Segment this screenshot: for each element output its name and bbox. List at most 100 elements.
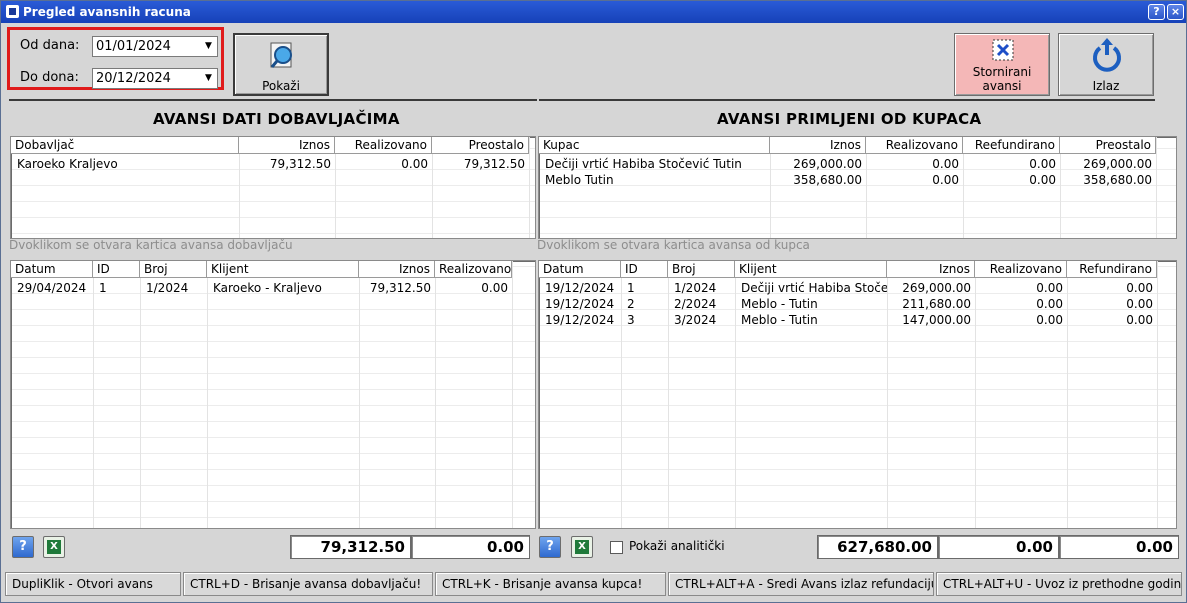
column-header[interactable]: Reefundirano bbox=[963, 137, 1060, 154]
chevron-down-icon[interactable]: ▼ bbox=[202, 72, 215, 85]
grid-column-line bbox=[529, 137, 530, 238]
column-header[interactable]: Realizovano bbox=[435, 261, 512, 278]
column-header[interactable]: Kupac bbox=[539, 137, 770, 154]
amount-cell: 79,312.50 bbox=[269, 157, 331, 171]
column-header[interactable]: Datum bbox=[539, 261, 621, 278]
show-analytic-checkbox[interactable] bbox=[610, 541, 623, 554]
excel-export-button-left[interactable]: X bbox=[43, 536, 65, 558]
id-cell: 1 bbox=[627, 281, 635, 295]
storno-label-line1: Stornirani bbox=[972, 65, 1032, 79]
customer-detail-grid[interactable]: Datum ID Broj Klijent Iznos Realizovano … bbox=[538, 260, 1177, 529]
window-title: Pregled avansnih racuna bbox=[23, 5, 191, 19]
grid-column-line bbox=[1156, 137, 1157, 238]
grid-column-line bbox=[735, 261, 736, 528]
help-button-left[interactable]: ? bbox=[12, 536, 34, 558]
help-icon: ? bbox=[546, 539, 554, 554]
remaining-cell: 79,312.50 bbox=[463, 157, 525, 171]
cancel-document-icon bbox=[992, 39, 1014, 61]
column-header[interactable]: Preostalo bbox=[432, 137, 529, 154]
status-hint-delete-supplier: CTRL+D - Brisanje avansa dobavljaču! bbox=[183, 572, 433, 596]
help-title-button[interactable]: ? bbox=[1148, 4, 1165, 20]
main-window: Pregled avansnih racuna ? × Od dana: 01/… bbox=[0, 0, 1187, 603]
column-header[interactable]: Iznos bbox=[239, 137, 335, 154]
realized-cell: 0.00 bbox=[1036, 297, 1063, 311]
left-hint: Dvoklikom se otvara kartica avansa dobav… bbox=[9, 238, 293, 252]
column-header[interactable]: ID bbox=[621, 261, 668, 278]
column-header[interactable]: Realizovano bbox=[975, 261, 1067, 278]
status-hint-delete-customer: CTRL+K - Brisanje avansa kupca! bbox=[435, 572, 666, 596]
grid-column-line bbox=[93, 261, 94, 528]
grid-column-line bbox=[668, 261, 669, 528]
remaining-cell: 358,680.00 bbox=[1083, 173, 1152, 187]
right-total-refunded: 0.00 bbox=[1059, 535, 1179, 559]
amount-cell: 79,312.50 bbox=[369, 281, 431, 295]
column-header[interactable]: Realizovano bbox=[866, 137, 963, 154]
help-button-right[interactable]: ? bbox=[539, 536, 561, 558]
id-cell: 3 bbox=[627, 313, 635, 327]
grid-column-line bbox=[359, 261, 360, 528]
remaining-cell: 269,000.00 bbox=[1083, 157, 1152, 171]
column-header[interactable]: Dobavljač bbox=[11, 137, 239, 154]
column-header[interactable]: Realizovano bbox=[335, 137, 432, 154]
amount-cell: 147,000.00 bbox=[902, 313, 971, 327]
column-header[interactable]: Broj bbox=[140, 261, 207, 278]
grid-column-line bbox=[621, 261, 622, 528]
client-cell: Meblo - Tutin bbox=[741, 297, 818, 311]
amount-cell: 211,680.00 bbox=[902, 297, 971, 311]
left-section-title: AVANSI DATI DOBAVLJAČIMA bbox=[153, 110, 400, 128]
supplier-summary-grid[interactable]: Dobavljač Iznos Realizovano Preostalo Ka… bbox=[10, 136, 536, 239]
exit-button-label: Izlaz bbox=[1092, 79, 1120, 93]
to-date-input[interactable]: 20/12/2024 ▼ bbox=[92, 68, 218, 89]
excel-export-button-right[interactable]: X bbox=[571, 536, 593, 558]
grid-header: Dobavljač Iznos Realizovano Preostalo bbox=[11, 137, 529, 154]
chevron-down-icon[interactable]: ▼ bbox=[202, 40, 215, 53]
date-filter-group: Od dana: 01/01/2024 ▼ Do dona: 20/12/202… bbox=[7, 27, 224, 90]
amount-cell: 269,000.00 bbox=[902, 281, 971, 295]
column-header[interactable]: Preostalo bbox=[1060, 137, 1156, 154]
grid-header: Datum ID Broj Klijent Iznos Realizovano bbox=[11, 261, 512, 278]
customer-cell: Meblo Tutin bbox=[545, 173, 614, 187]
supplier-cell: Karoeko Kraljevo bbox=[17, 157, 118, 171]
status-hint-import: CTRL+ALT+U - Uvoz iz prethodne godine bbox=[936, 572, 1182, 596]
excel-icon: X bbox=[575, 540, 589, 554]
client-cell: Dečiji vrtić Habiba Stoče... bbox=[741, 281, 887, 295]
magnifier-icon bbox=[270, 42, 292, 68]
column-header[interactable]: Iznos bbox=[887, 261, 975, 278]
show-button-label: Pokaži bbox=[262, 79, 300, 93]
customer-summary-grid[interactable]: Kupac Iznos Realizovano Reefundirano Pre… bbox=[538, 136, 1177, 239]
supplier-detail-grid[interactable]: Datum ID Broj Klijent Iznos Realizovano … bbox=[10, 260, 536, 529]
refunded-cell: 0.00 bbox=[1029, 157, 1056, 171]
from-date-input[interactable]: 01/01/2024 ▼ bbox=[92, 36, 218, 57]
right-section-title: AVANSI PRIMLJENI OD KUPACA bbox=[717, 110, 982, 128]
column-header[interactable]: Iznos bbox=[770, 137, 866, 154]
column-header[interactable]: Broj bbox=[668, 261, 735, 278]
status-bar: DupliKlik - Otvori avans CTRL+D - Brisan… bbox=[5, 572, 1182, 596]
realized-cell: 0.00 bbox=[401, 157, 428, 171]
storno-label-line2: avansi bbox=[982, 79, 1022, 93]
title-bar: Pregled avansnih racuna ? × bbox=[1, 1, 1186, 23]
grid-column-line bbox=[512, 261, 513, 528]
column-header[interactable]: Klijent bbox=[207, 261, 359, 278]
column-header[interactable]: Datum bbox=[11, 261, 93, 278]
column-header[interactable]: ID bbox=[93, 261, 140, 278]
column-header[interactable]: Iznos bbox=[359, 261, 435, 278]
show-analytic-label: Pokaži analitički bbox=[629, 539, 725, 553]
number-cell: 3/2024 bbox=[674, 313, 717, 327]
column-header[interactable]: Klijent bbox=[735, 261, 887, 278]
storno-advances-button[interactable]: Stornirani avansi bbox=[954, 33, 1050, 96]
to-date-value: 20/12/2024 bbox=[96, 71, 171, 86]
number-cell: 1/2024 bbox=[674, 281, 717, 295]
grid-column-line bbox=[1157, 261, 1158, 528]
refunded-cell: 0.00 bbox=[1126, 281, 1153, 295]
show-button[interactable]: Pokaži bbox=[233, 33, 329, 96]
client-cell: Meblo - Tutin bbox=[741, 313, 818, 327]
column-header[interactable]: Refundirano bbox=[1067, 261, 1157, 278]
refunded-cell: 0.00 bbox=[1029, 173, 1056, 187]
close-title-button[interactable]: × bbox=[1167, 4, 1184, 20]
realized-cell: 0.00 bbox=[481, 281, 508, 295]
exit-button[interactable]: Izlaz bbox=[1058, 33, 1154, 96]
to-date-label: Do dona: bbox=[20, 70, 79, 85]
customer-cell: Dečiji vrtić Habiba Stočević Tutin bbox=[545, 157, 742, 171]
left-total-amount: 79,312.50 bbox=[290, 535, 411, 559]
grid-column-line bbox=[207, 261, 208, 528]
